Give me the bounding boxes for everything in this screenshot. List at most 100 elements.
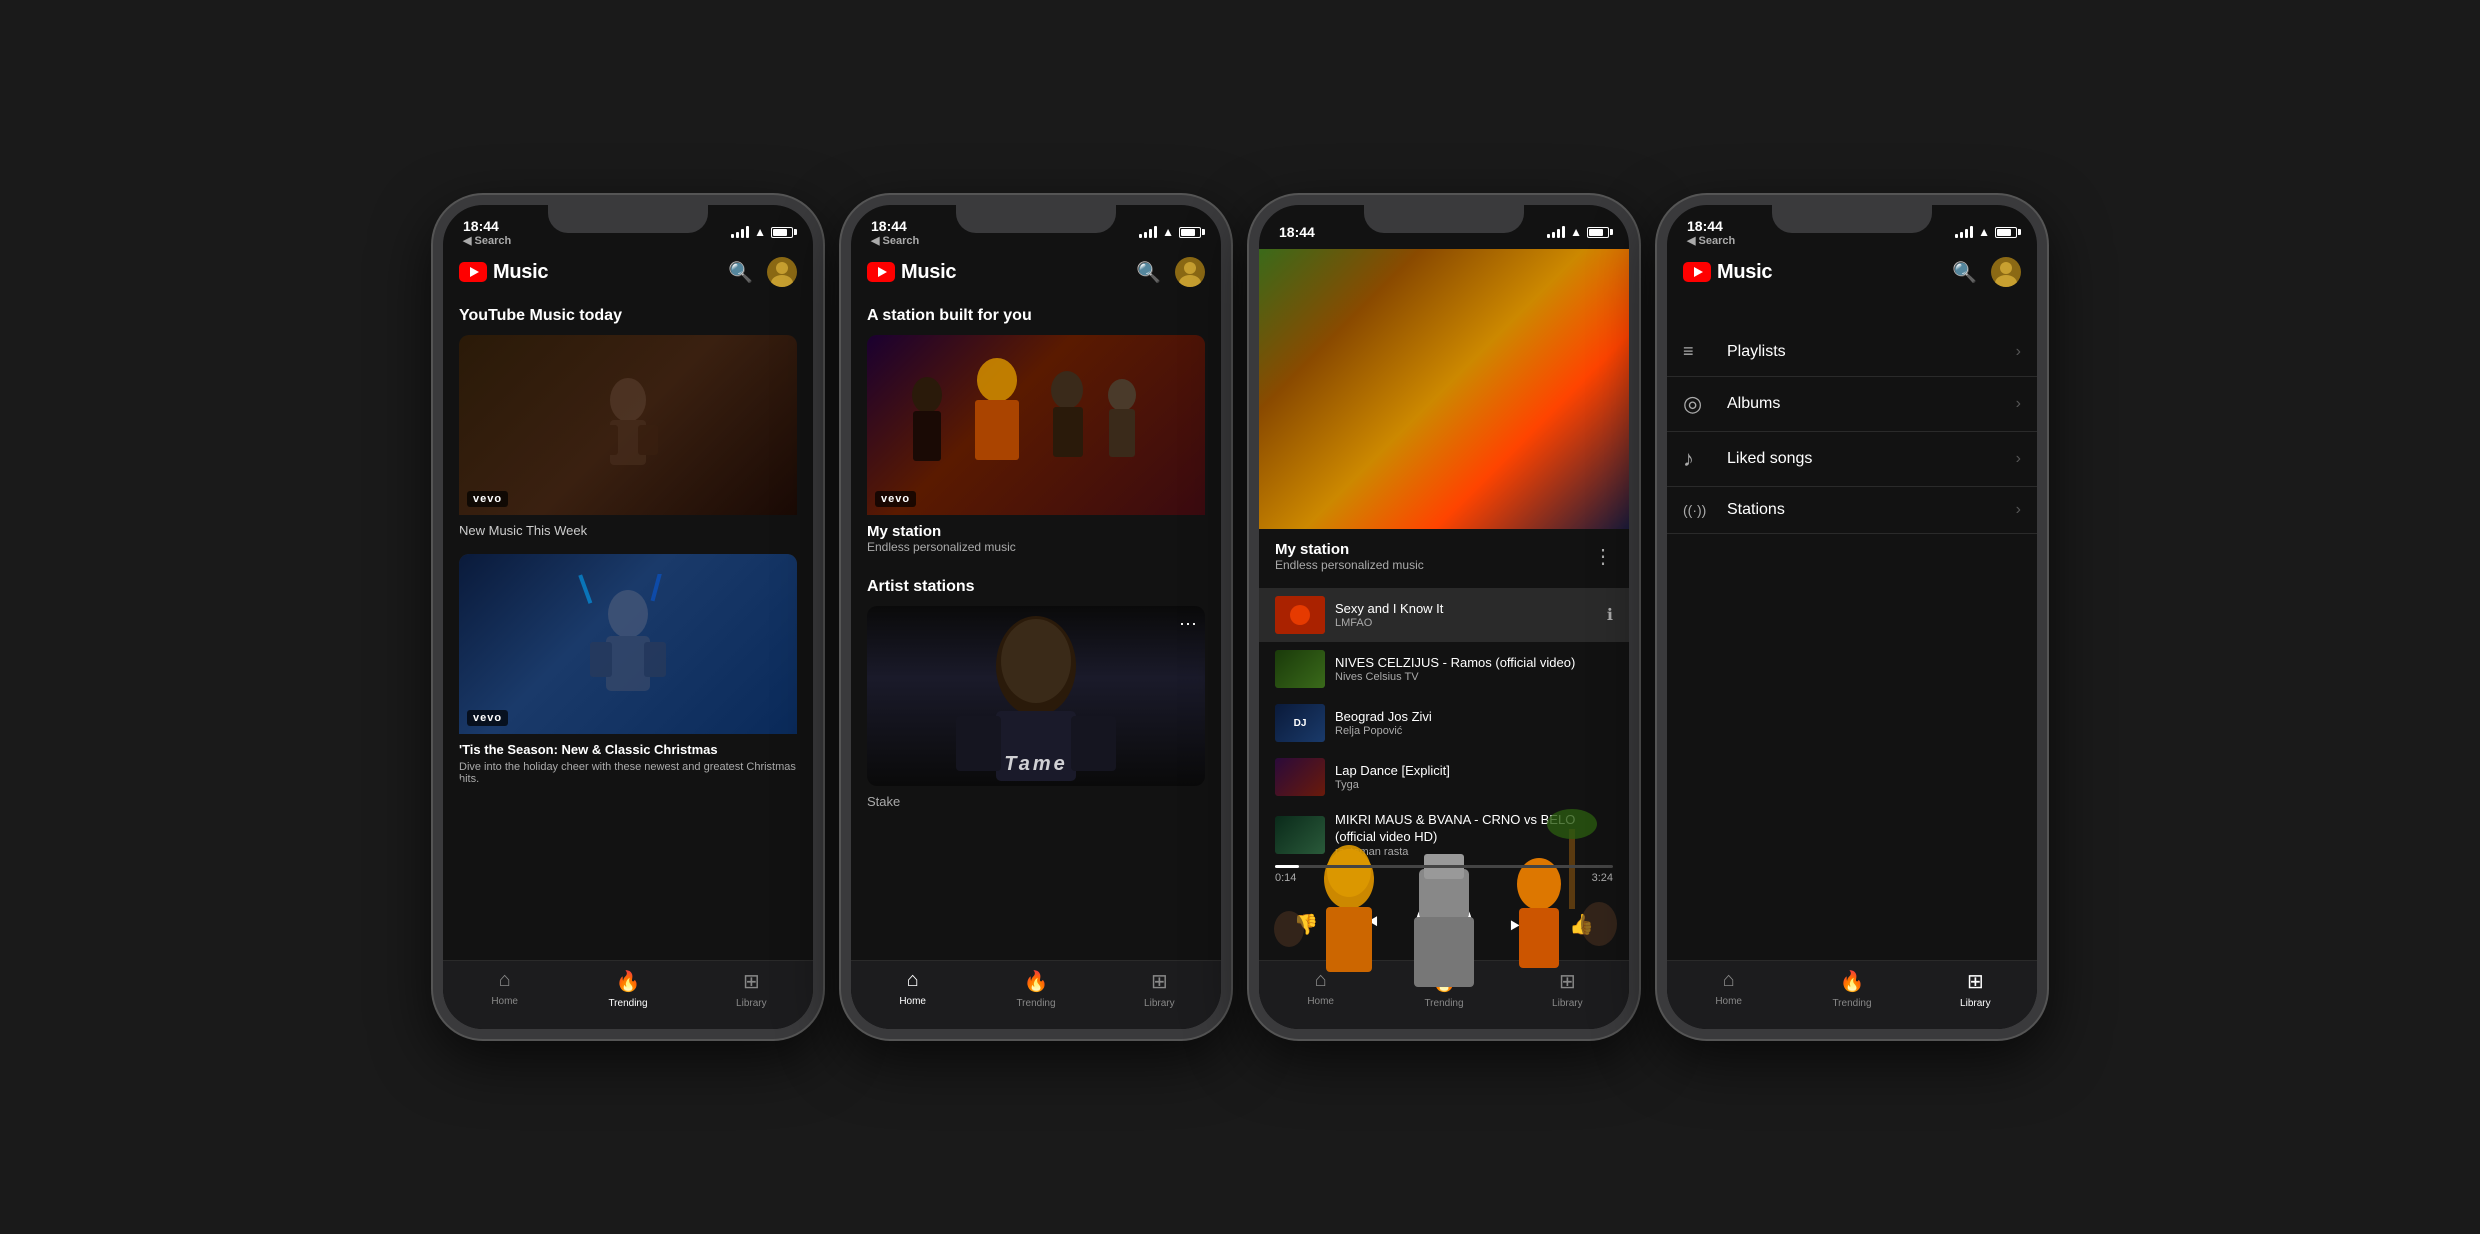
trending-icon-2: 🔥 (1024, 969, 1049, 994)
app-header-4: Music 🔍 (1667, 249, 2037, 295)
library-icon-1: ⊞ (743, 969, 760, 994)
status-left-4: 18:44 ◀ Search (1687, 218, 1735, 247)
nav-library-label-4: Library (1960, 998, 1991, 1009)
nav-trending-label-4: Trending (1832, 998, 1871, 1009)
back-btn-1[interactable]: ◀ Search (463, 234, 511, 247)
back-btn-2[interactable]: ◀ Search (871, 234, 919, 247)
nav-home-label-2: Home (899, 996, 926, 1007)
stations-label: Stations (1715, 501, 2016, 519)
stake-label-2: Stake (851, 786, 1221, 817)
song-artist-0: LMFAO (1335, 617, 1597, 629)
back-btn-4[interactable]: ◀ Search (1687, 234, 1735, 247)
nav-trending-label-1: Trending (608, 998, 647, 1009)
avatar-1[interactable] (767, 257, 797, 287)
phones-container: 18:44 ◀ Search ▲ Music 🔍 (413, 175, 2067, 1059)
artist-thumb-2: Tame (867, 606, 1205, 786)
signal-icon-1 (731, 226, 749, 238)
nav-library-2[interactable]: ⊞ Library (1098, 969, 1221, 1009)
song-item-2[interactable]: DJ Beograd Jos Zivi Relja Popović (1259, 696, 1629, 750)
app-header-1: Music 🔍 (443, 249, 813, 295)
phone-3: 18:44 ▲ (1249, 195, 1639, 1039)
song-thumb-0 (1275, 596, 1325, 634)
station-thumb-2: vevo (867, 335, 1205, 515)
progress-bar-3[interactable] (1275, 865, 1613, 868)
station-info-3: My station Endless personalized music (1275, 541, 1424, 572)
nav-trending-4[interactable]: 🔥 Trending (1790, 969, 1913, 1009)
notch-3 (1364, 205, 1524, 233)
content-2: A station built for you (851, 295, 1221, 960)
avatar-4[interactable] (1991, 257, 2021, 287)
library-item-albums[interactable]: ◎ Albums › (1667, 377, 2037, 432)
phone-1: 18:44 ◀ Search ▲ Music 🔍 (433, 195, 823, 1039)
song-item-1[interactable]: NIVES CELZIJUS - Ramos (official video) … (1259, 642, 1629, 696)
home-icon-4: ⌂ (1723, 969, 1735, 992)
song-thumb-2: DJ (1275, 704, 1325, 742)
app-title-1: Music (493, 261, 548, 284)
nav-home-2[interactable]: ⌂ Home (851, 969, 974, 1009)
progress-fill-3 (1275, 865, 1299, 868)
home-icon-2: ⌂ (907, 969, 919, 992)
avatar-2[interactable] (1175, 257, 1205, 287)
search-icon-1[interactable]: 🔍 (728, 260, 753, 285)
time-1: 18:44 (463, 218, 511, 234)
card2-title: 'Tis the Season: New & Classic Christmas (459, 742, 797, 757)
status-left-2: 18:44 ◀ Search (871, 218, 919, 247)
playlists-chevron: › (2016, 343, 2021, 361)
status-right-4: ▲ (1955, 225, 2017, 239)
vevo-badge-1: vevo (467, 491, 508, 507)
signal-icon-3 (1547, 226, 1565, 238)
notch-4 (1772, 205, 1932, 233)
song-item-0[interactable]: Sexy and I Know It LMFAO ℹ (1259, 588, 1629, 642)
battery-icon-4 (1995, 227, 2017, 238)
status-left-1: 18:44 ◀ Search (463, 218, 511, 247)
albums-label: Albums (1715, 395, 2016, 413)
nav-trending-label-2: Trending (1016, 998, 1055, 1009)
nav-home-1[interactable]: ⌂ Home (443, 969, 566, 1009)
status-right-2: ▲ (1139, 225, 1201, 239)
battery-icon-3 (1587, 227, 1609, 238)
nav-home-4[interactable]: ⌂ Home (1667, 969, 1790, 1009)
search-icon-4[interactable]: 🔍 (1952, 260, 1977, 285)
my-station-card-2[interactable]: vevo My station Endless personalized mus… (867, 335, 1205, 562)
library-icon-2: ⊞ (1151, 969, 1168, 994)
playlists-label: Playlists (1715, 343, 2016, 361)
video-thumb-2: vevo (459, 554, 797, 734)
home-icon-1: ⌂ (499, 969, 511, 992)
station-name-3: My station (1275, 541, 1424, 558)
video-card-2[interactable]: vevo 'Tis the Season: New & Classic Chri… (459, 554, 797, 785)
wifi-icon-2: ▲ (1162, 225, 1174, 239)
nav-trending-2[interactable]: 🔥 Trending (974, 969, 1097, 1009)
artist-section-heading-2: Artist stations (851, 578, 1221, 606)
nav-library-label-1: Library (736, 998, 767, 1009)
my-station-subtitle-2: Endless personalized music (867, 540, 1205, 554)
three-dot-2[interactable]: ⋯ (1179, 614, 1197, 635)
vevo-badge-2: vevo (467, 710, 508, 726)
library-item-liked[interactable]: ♪ Liked songs › (1667, 432, 2037, 487)
song-info-1: NIVES CELZIJUS - Ramos (official video) … (1335, 655, 1613, 684)
yt-logo-4: Music (1683, 261, 1772, 284)
bottom-nav-1: ⌂ Home 🔥 Trending ⊞ Library (443, 960, 813, 1029)
battery-icon-1 (771, 227, 793, 238)
card2-desc: Dive into the holiday cheer with these n… (459, 761, 797, 785)
time-2: 18:44 (871, 218, 919, 234)
artist-station-card-2[interactable]: Tame ⋯ (867, 606, 1205, 786)
status-left-3: 18:44 (1279, 224, 1315, 240)
nav-library-label-2: Library (1144, 998, 1175, 1009)
wifi-icon-3: ▲ (1570, 225, 1582, 239)
nav-library-4[interactable]: ⊞ Library (1914, 969, 2037, 1009)
library-item-playlists[interactable]: ≡ Playlists › (1667, 327, 2037, 377)
info-btn-0[interactable]: ℹ (1607, 605, 1613, 625)
nav-trending-1[interactable]: 🔥 Trending (566, 969, 689, 1009)
search-icon-2[interactable]: 🔍 (1136, 260, 1161, 285)
my-station-title-2: My station (867, 523, 1205, 540)
wifi-icon-1: ▲ (754, 225, 766, 239)
video-label-1: New Music This Week (459, 515, 797, 538)
nav-library-1[interactable]: ⊞ Library (690, 969, 813, 1009)
liked-icon: ♪ (1683, 446, 1715, 472)
song-list-header-3: My station Endless personalized music ⋮ (1259, 529, 1629, 576)
artist-name-2: Tame (1004, 753, 1068, 776)
library-item-stations[interactable]: ((·)) Stations › (1667, 487, 2037, 534)
more-options-3[interactable]: ⋮ (1593, 544, 1613, 569)
app-header-2: Music 🔍 (851, 249, 1221, 295)
video-card-1[interactable]: vevo New Music This Week (459, 335, 797, 538)
